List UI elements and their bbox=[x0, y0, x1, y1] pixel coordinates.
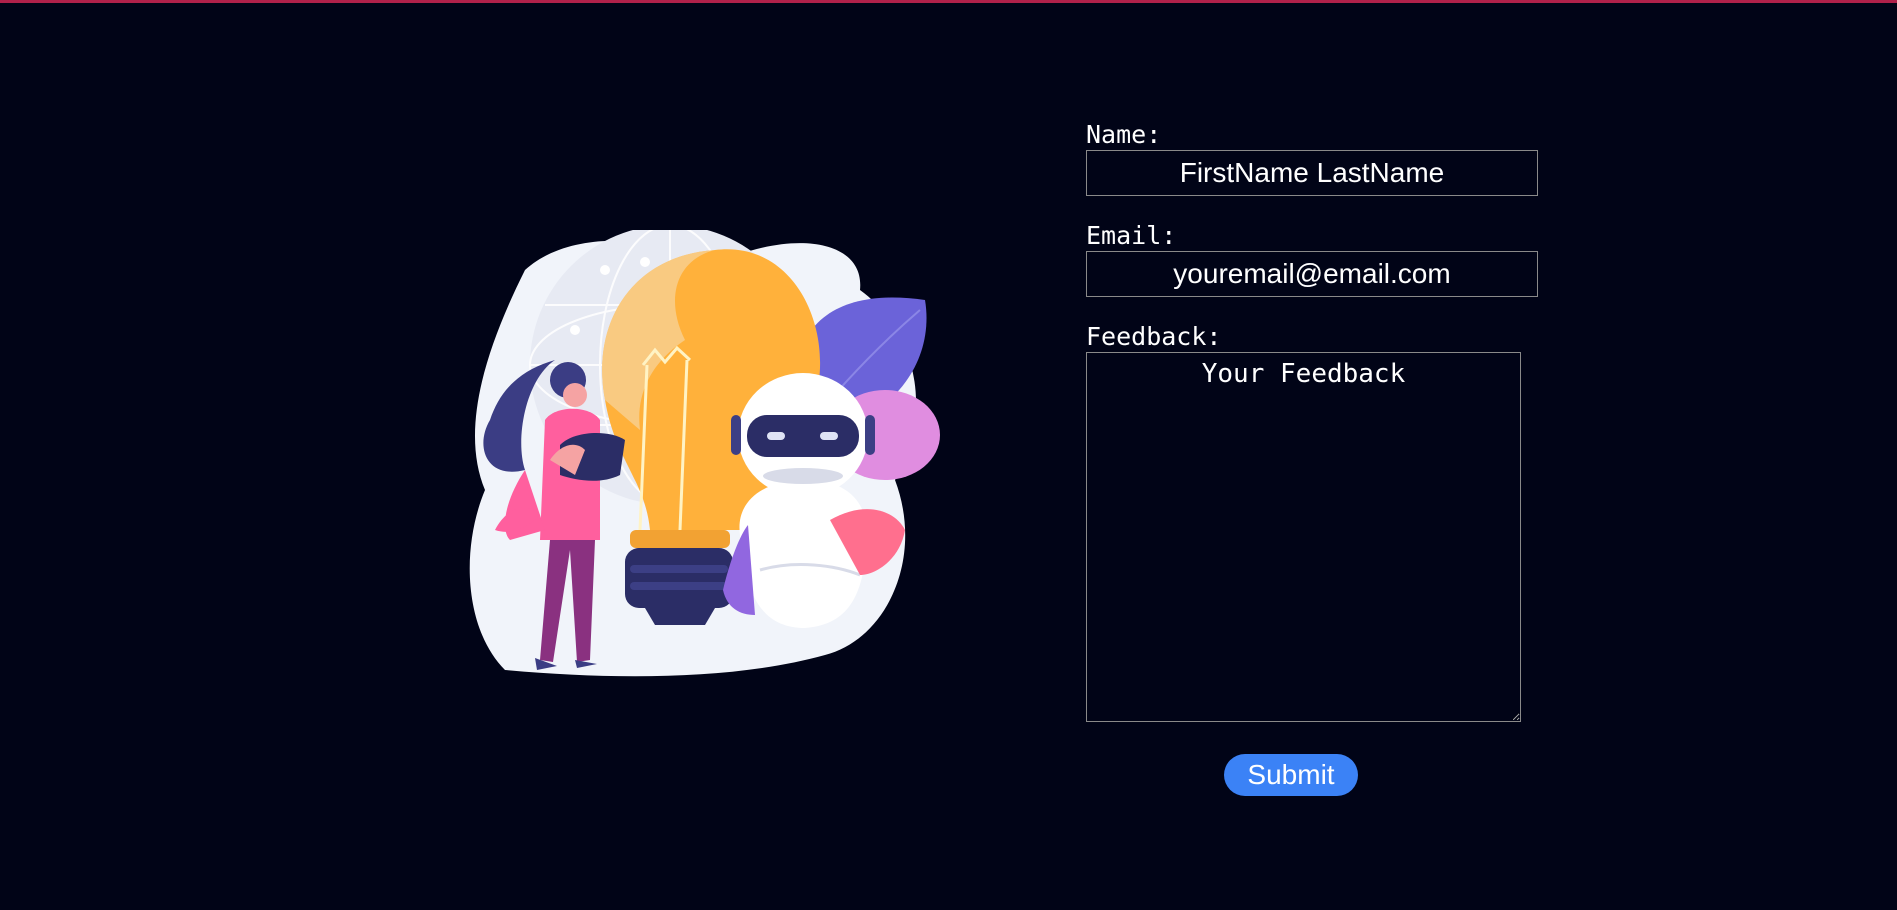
email-input[interactable] bbox=[1086, 251, 1538, 297]
submit-button[interactable]: Submit bbox=[1224, 754, 1358, 796]
feedback-textarea[interactable] bbox=[1086, 352, 1521, 722]
top-accent-bar bbox=[0, 0, 1897, 3]
idea-robot-illustration bbox=[469, 230, 940, 677]
feedback-form: Name: Email: Feedback: Submit bbox=[1086, 120, 1546, 796]
feedback-label: Feedback: bbox=[1086, 322, 1222, 351]
email-label: Email: bbox=[1086, 221, 1177, 250]
page: Name: Email: Feedback: Submit bbox=[0, 0, 1897, 910]
name-label: Name: bbox=[1086, 120, 1162, 149]
name-input[interactable] bbox=[1086, 150, 1538, 196]
